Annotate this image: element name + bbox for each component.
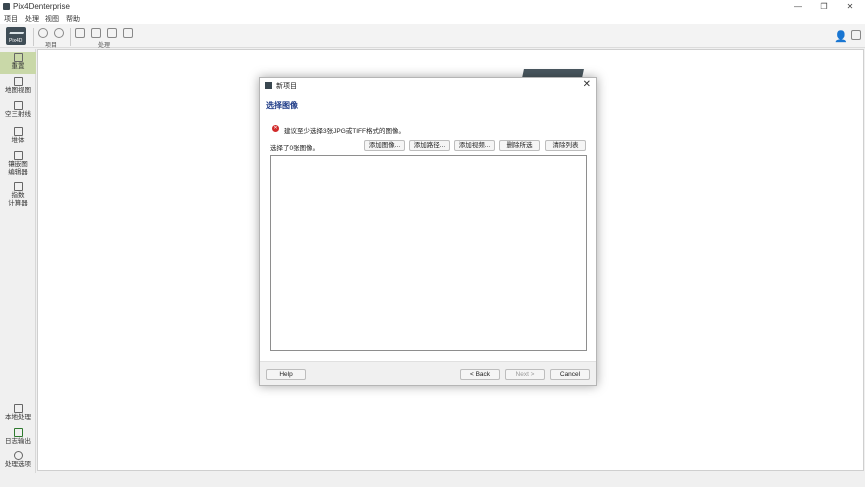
add-folder-button[interactable]: 添加路径...	[409, 140, 450, 151]
layout-icon[interactable]	[851, 30, 861, 40]
rays-icon	[13, 101, 23, 110]
remove-selected-button[interactable]: 删除所选	[499, 140, 540, 151]
map-icon	[13, 77, 23, 86]
menu-item-project[interactable]: 项目	[4, 14, 18, 24]
sidebar: 重置 地图视图 空三射线 堆体 镶嵌图 编辑器 指数 计算器 本地处理 日志输出…	[0, 49, 36, 473]
menu-item-view[interactable]: 视图	[45, 14, 59, 24]
back-button[interactable]: < Back	[460, 369, 500, 380]
status-bar	[0, 473, 865, 487]
toolbar-group-project: 项目	[45, 43, 58, 49]
sidebar-item-local-processing[interactable]: 本地处理	[0, 403, 36, 422]
menu-item-process[interactable]: 处理	[25, 14, 39, 24]
sidebar-item-log-output[interactable]: 日志输出	[0, 427, 36, 446]
image-count-text: 选择了0张图像。	[270, 145, 320, 152]
cancel-button[interactable]: Cancel	[550, 369, 590, 380]
mosaic-icon	[13, 151, 23, 160]
process-run-icon[interactable]	[91, 28, 101, 38]
sidebar-item-map-view[interactable]: 地图视图	[0, 76, 36, 95]
process-stop-icon[interactable]	[107, 28, 117, 38]
home-icon	[13, 53, 23, 62]
close-button[interactable]: ✕	[837, 0, 863, 13]
gear-icon	[13, 451, 23, 460]
sidebar-item-index-calculator[interactable]: 指数 计算器	[0, 181, 36, 208]
user-account-icon[interactable]: 👤	[834, 30, 848, 43]
add-images-button[interactable]: 添加图像...	[364, 140, 405, 151]
open-project-icon[interactable]	[54, 28, 64, 38]
dialog-title-bar: 新项目 ✕	[260, 78, 596, 93]
new-project-dialog: 新项目 ✕ 选择图像 ✕ 建议至少选择3张JPG或TIFF格式的图像。 选择了0…	[259, 77, 597, 386]
toolbar-group-process: 处理	[98, 43, 111, 49]
minimize-button[interactable]: —	[785, 0, 811, 13]
pix4d-logo: Pix4D	[6, 27, 26, 45]
process-step-icon[interactable]	[75, 28, 85, 38]
menu-bar: 项目 处理 视图 帮助	[0, 13, 865, 24]
dialog-app-icon	[265, 82, 272, 89]
toolbar-separator	[33, 28, 34, 46]
restore-button[interactable]: ❐	[811, 0, 837, 13]
sidebar-item-reset[interactable]: 重置	[0, 52, 36, 74]
new-project-icon[interactable]	[38, 28, 48, 38]
dialog-footer: Help < Back Next > Cancel	[260, 361, 596, 385]
dialog-title: 新项目	[276, 83, 297, 90]
next-button[interactable]: Next >	[505, 369, 545, 380]
toolbar-separator	[70, 28, 71, 46]
add-video-button[interactable]: 添加视频...	[454, 140, 495, 151]
window-title: Pix4Denterprise	[13, 2, 70, 11]
image-list[interactable]	[270, 155, 587, 351]
log-icon	[13, 428, 23, 437]
volume-icon	[13, 127, 23, 136]
help-button[interactable]: Help	[266, 369, 306, 380]
calculator-icon	[13, 182, 23, 191]
toolbar: Pix4D 项目 处理 👤	[0, 24, 865, 49]
warning-message: 建议至少选择3张JPG或TIFF格式的图像。	[284, 128, 405, 135]
sidebar-item-volume[interactable]: 堆体	[0, 126, 36, 145]
app-icon	[3, 3, 10, 10]
sidebar-item-mosaic-editor[interactable]: 镶嵌图 编辑器	[0, 150, 36, 177]
title-bar: Pix4Denterprise — ❐ ✕	[0, 0, 865, 13]
sidebar-item-rays[interactable]: 空三射线	[0, 100, 36, 119]
process-report-icon[interactable]	[123, 28, 133, 38]
clear-list-button[interactable]: 清除列表	[545, 140, 586, 151]
sidebar-item-processing-options[interactable]: 处理选项	[0, 450, 36, 469]
error-icon: ✕	[272, 125, 279, 132]
local-processing-icon	[13, 404, 23, 413]
dialog-heading: 选择图像	[266, 101, 298, 110]
dialog-close-icon[interactable]: ✕	[583, 79, 591, 91]
menu-item-help[interactable]: 帮助	[66, 14, 80, 24]
